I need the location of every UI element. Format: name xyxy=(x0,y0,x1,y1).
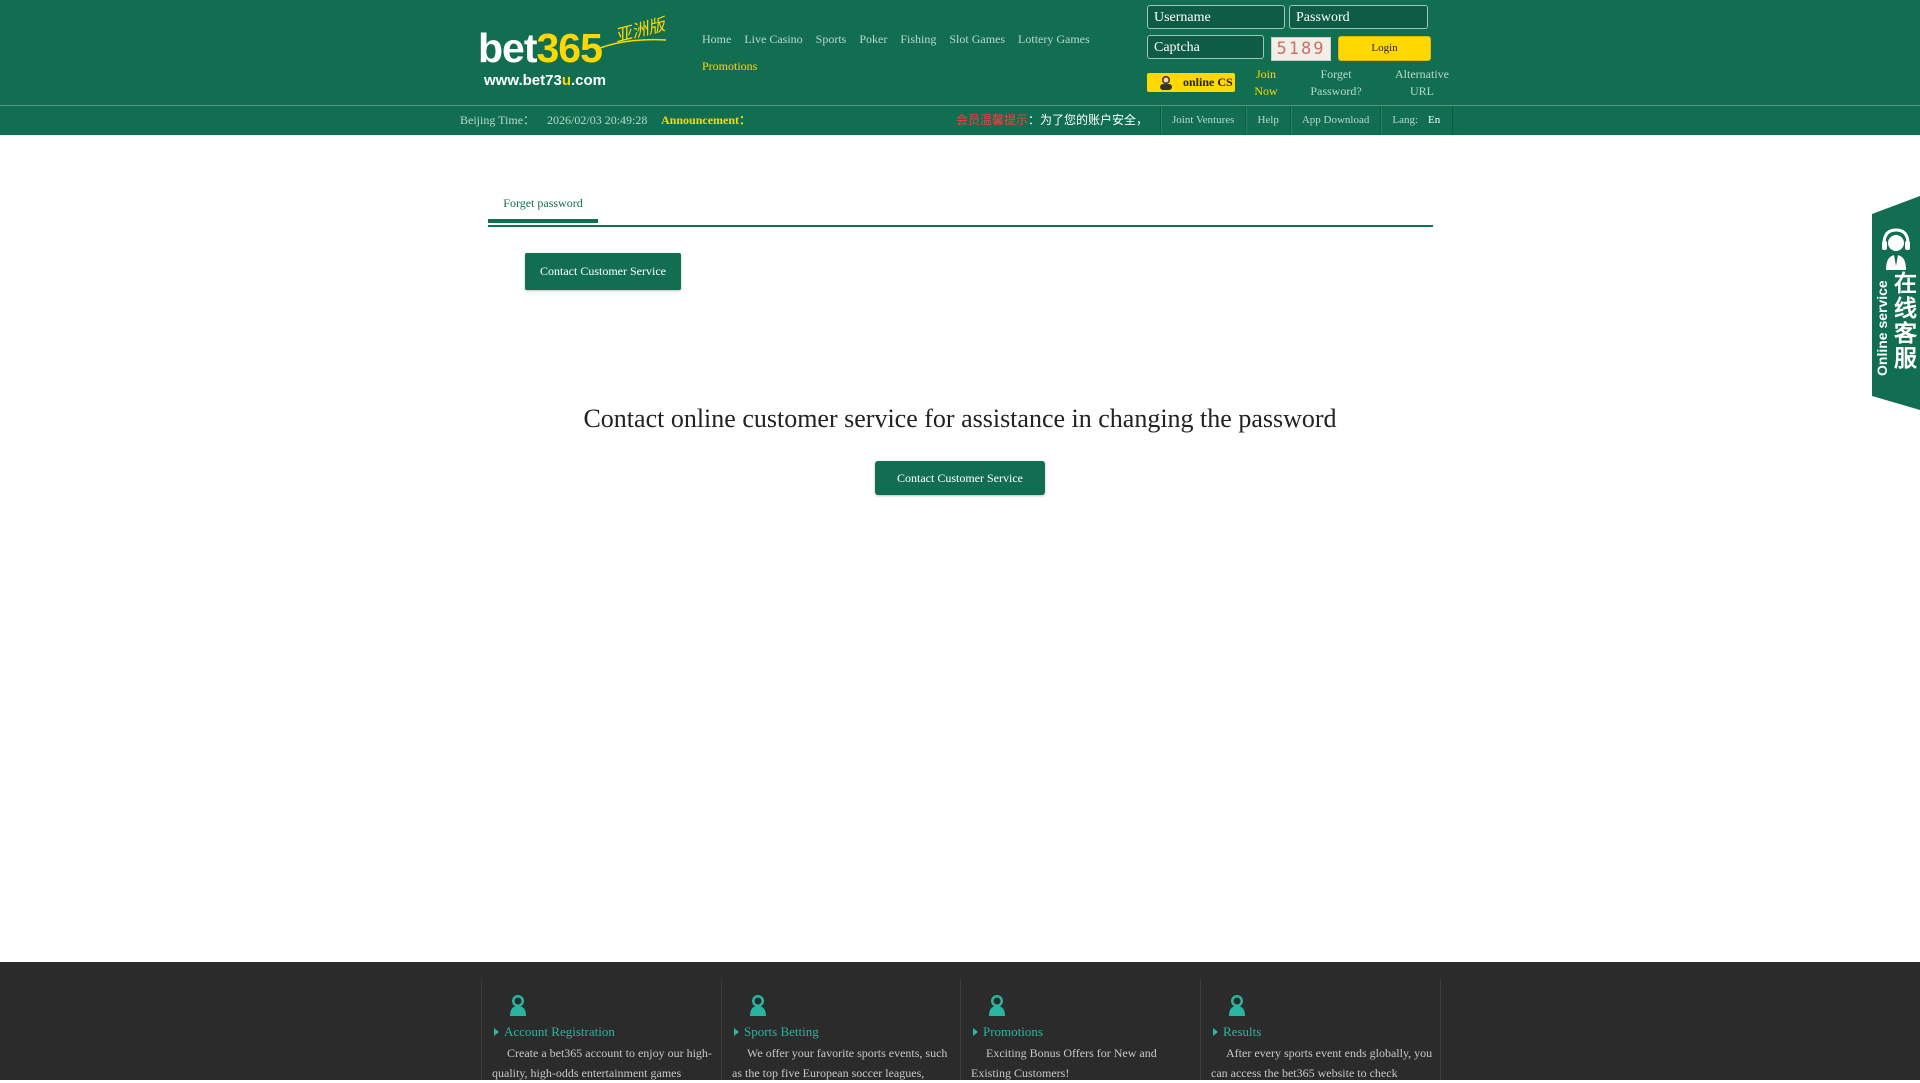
beijing-time-value: 2026/02/03 20:49:28 xyxy=(547,113,648,127)
alternative-url-link[interactable]: Alternative URL xyxy=(1384,66,1460,100)
footer-desc: Create a bet365 account to enjoy our hig… xyxy=(492,1046,712,1080)
announcement-marquee[interactable]: 会员温馨提示：为了您的账户安全， xyxy=(956,106,1154,135)
language-selector[interactable]: En xyxy=(1426,106,1452,135)
tab-forget-password[interactable]: Forget password xyxy=(488,190,598,223)
captcha-image[interactable]: 5189 xyxy=(1271,37,1331,61)
page-headline: Contact online customer service for assi… xyxy=(583,404,1337,433)
lang-label: Lang: xyxy=(1380,106,1426,135)
nav-item-sports[interactable]: Sports xyxy=(816,31,847,47)
nav-item-fishing[interactable]: Fishing xyxy=(900,31,936,47)
site-footer: Account Registration Create a bet365 acc… xyxy=(0,962,1920,1080)
beijing-time-label: Beijing Time： xyxy=(460,113,536,127)
headset-agent-icon xyxy=(1160,76,1172,90)
agent-icon xyxy=(750,995,766,1016)
captcha-input[interactable]: Captcha xyxy=(1147,35,1264,59)
top-links: Joint Ventures Help App Download Lang: E… xyxy=(1160,106,1454,135)
site-logo[interactable]: bet365 亚洲版 www.bet73u.com xyxy=(478,15,674,90)
contact-customer-service-button-secondary[interactable]: Contact Customer Service xyxy=(875,461,1045,495)
online-service-cn-label: 在线客服 xyxy=(1894,271,1917,372)
footer-column: Promotions Exciting Bonus Offers for New… xyxy=(960,980,1200,1080)
footer-column: Sports Betting We offer your favorite sp… xyxy=(721,980,961,1080)
footer-title-results[interactable]: Results xyxy=(1213,1024,1261,1040)
contact-customer-service-button[interactable]: Contact Customer Service xyxy=(525,253,681,290)
announcement-label: Announcement： xyxy=(661,113,752,127)
online-service-label: Online service xyxy=(1874,280,1890,376)
logo-brand-part1: bet xyxy=(478,25,537,71)
footer-column: Results After every sports event ends gl… xyxy=(1200,980,1441,1080)
beijing-time: Beijing Time： 2026/02/03 20:49:28 xyxy=(460,106,647,135)
logo-brand-part2: 365 xyxy=(536,25,603,71)
logo-swoosh-icon xyxy=(599,38,667,49)
nav-item-promotions[interactable]: Promotions xyxy=(702,58,757,74)
footer-desc: Exciting Bonus Offers for New and Existi… xyxy=(971,1046,1157,1080)
username-input[interactable]: Username xyxy=(1147,5,1285,29)
site-header: bet365 亚洲版 www.bet73u.com Home Live Casin… xyxy=(0,0,1920,105)
footer-title-promotions[interactable]: Promotions xyxy=(973,1024,1043,1040)
password-input[interactable]: Password xyxy=(1289,5,1428,29)
help-link[interactable]: Help xyxy=(1245,106,1289,135)
online-service-float-tab[interactable]: Online service 在线客服 xyxy=(1872,196,1920,410)
top-links-divider xyxy=(1452,106,1454,135)
agent-icon xyxy=(510,995,526,1016)
app-download-link[interactable]: App Download xyxy=(1289,106,1381,135)
nav-item-lottery-games[interactable]: Lottery Games xyxy=(1018,31,1090,47)
nav-item-home[interactable]: Home xyxy=(702,31,731,47)
agent-icon xyxy=(1229,995,1245,1016)
join-now-link[interactable]: Join Now xyxy=(1244,66,1288,100)
online-cs-button[interactable]: online CS xyxy=(1147,73,1235,92)
footer-title-sports-betting[interactable]: Sports Betting xyxy=(734,1024,819,1040)
online-cs-label: online CS xyxy=(1183,75,1233,89)
main-nav: Home Live Casino Sports Poker Fishing Slot Ga… xyxy=(702,30,1122,84)
forget-password-link[interactable]: Forget Password? xyxy=(1296,66,1376,100)
page-tabs: Forget password xyxy=(488,190,1433,227)
announcement-text: ：为了您的账户安全， xyxy=(1028,113,1149,127)
customer-service-agent-icon xyxy=(1882,228,1910,270)
logo-url: www.bet73u.com xyxy=(484,72,606,89)
footer-title-account-registration[interactable]: Account Registration xyxy=(494,1024,615,1040)
joint-ventures-link[interactable]: Joint Ventures xyxy=(1160,106,1245,135)
agent-icon xyxy=(989,995,1005,1016)
footer-desc: After every sports event ends globally, … xyxy=(1211,1046,1433,1080)
info-bar: Beijing Time： 2026/02/03 20:49:28 Announc… xyxy=(0,106,1920,135)
nav-item-poker[interactable]: Poker xyxy=(859,31,887,47)
login-button[interactable]: Login xyxy=(1338,36,1431,61)
announcement-highlight: 会员温馨提示 xyxy=(956,113,1029,127)
footer-desc: We offer your favorite sports events, su… xyxy=(732,1046,948,1080)
nav-item-live-casino[interactable]: Live Casino xyxy=(744,31,802,47)
footer-column: Account Registration Create a bet365 acc… xyxy=(481,980,721,1080)
nav-item-slot-games[interactable]: Slot Games xyxy=(949,31,1005,47)
